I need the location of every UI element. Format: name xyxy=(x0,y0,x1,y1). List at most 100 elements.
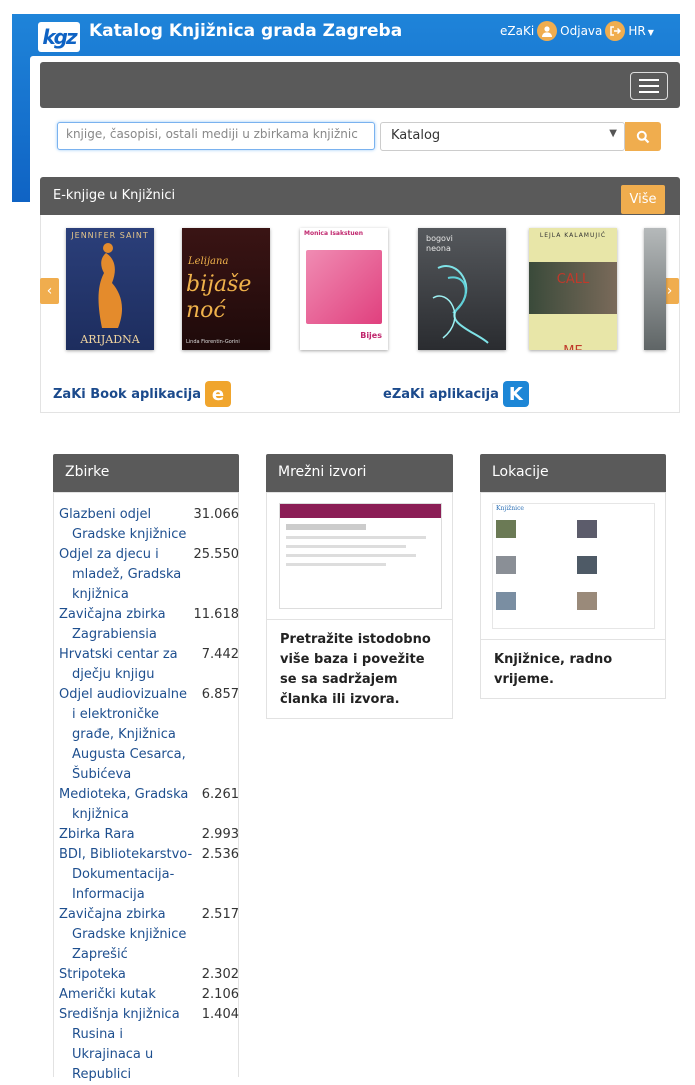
logout-link[interactable]: Odjava xyxy=(560,24,602,38)
navbar xyxy=(40,62,680,108)
book-cover-bogovi-neona[interactable]: bogovi neona xyxy=(418,228,506,350)
ebooks-header: E-knjige u Knjižnici xyxy=(40,177,680,215)
zbirke-item-count: 2.517 xyxy=(201,907,239,922)
thumbnail-content-rows xyxy=(286,524,366,530)
book-cover-call-me-esteban[interactable]: LEJLA KALAMUJIĆ CALL ME ESTEBAN xyxy=(529,228,617,350)
zbirke-item-count: 6.857 xyxy=(201,687,239,702)
zbirke-item-count: 2.106 xyxy=(201,987,239,1002)
book-title: Bijes xyxy=(360,331,382,340)
hamburger-icon xyxy=(639,91,659,93)
zbirke-item-name[interactable]: Zbirka Rara xyxy=(59,825,194,845)
zbirke-list-item[interactable]: Hrvatski centar za dječju knjigu 7.442 xyxy=(59,645,239,685)
zbirke-item-name[interactable]: Stripoteka xyxy=(59,965,194,985)
zbirke-item-count: 25.550 xyxy=(193,547,240,562)
zbirke-item-name[interactable]: Zavičajna zbirka Zagrabiensia xyxy=(59,605,194,645)
book-artwork xyxy=(306,250,382,324)
zbirke-item-count: 1.404 xyxy=(201,1007,239,1022)
zbirke-list-item[interactable]: Zavičajna zbirka Gradske knjižnice Zapre… xyxy=(59,905,239,965)
zbirke-list-item[interactable]: Stripoteka 2.302 xyxy=(59,965,239,985)
thumbnail-content-rows xyxy=(286,563,386,566)
zbirke-list-item[interactable]: Odjel za djecu i mladež, Gradska knjižni… xyxy=(59,545,239,605)
zbirke-item-count: 31.066 xyxy=(193,507,240,522)
zbirke-item-name[interactable]: Medioteka, Gradska knjižnica xyxy=(59,785,194,825)
thumbnail-content-rows xyxy=(286,536,426,539)
zbirke-list-item[interactable]: Središnja knjižnica Rusina i Ukrajinaca … xyxy=(59,1005,239,1085)
carousel-prev-button[interactable]: ‹ xyxy=(40,278,59,304)
user-area: eZaKi Odjava HR ▼ xyxy=(500,21,654,41)
zbirke-item-name[interactable]: Središnja knjižnica Rusina i Ukrajinaca … xyxy=(59,1005,194,1085)
catalog-scope-select[interactable]: Katalog ▼ xyxy=(380,122,625,151)
mrezni-izvori-header: Mrežni izvori xyxy=(266,454,453,492)
chevron-down-icon: ▼ xyxy=(609,128,617,139)
thumbnail-header-bar xyxy=(280,504,441,518)
location-photo xyxy=(496,520,516,538)
thumbnail-content-rows xyxy=(286,554,416,557)
lokacije-thumbnail-title: Knjižnice xyxy=(496,505,524,512)
zbirke-list-item[interactable]: Zavičajna zbirka Zagrabiensia 11.618 xyxy=(59,605,239,645)
book-cover-bijes[interactable]: Monica Isakstuen Bijes xyxy=(300,228,388,350)
logout-icon[interactable] xyxy=(605,21,626,41)
ebooks-title: E-knjige u Knjižnici xyxy=(53,188,176,203)
book-illustration xyxy=(98,243,123,328)
chevron-right-icon: › xyxy=(666,283,673,299)
zbirke-list-item[interactable]: Medioteka, Gradska knjižnica 6.261 xyxy=(59,785,239,825)
location-photo xyxy=(496,556,516,574)
book-author: Monica Isakstuen xyxy=(304,230,364,237)
zbirke-item-count: 7.442 xyxy=(201,647,239,662)
zbirke-list-item[interactable]: BDI, Bibliotekarstvo-Dokumentacija-Infor… xyxy=(59,845,239,905)
zbirke-item-name[interactable]: Hrvatski centar za dječju knjigu xyxy=(59,645,194,685)
lokacije-header: Lokacije xyxy=(480,454,666,492)
zbirke-item-count: 2.993 xyxy=(201,827,239,842)
zbirke-item-name[interactable]: Zavičajna zbirka Gradske knjižnice Zapre… xyxy=(59,905,194,965)
zbirke-list: Glazbeni odjel Gradske knjižnice 31.066 Od… xyxy=(59,505,239,1085)
zbirke-item-count: 6.261 xyxy=(201,787,239,802)
zbirke-list-item[interactable]: Američki kutak 2.106 xyxy=(59,985,239,1005)
zbirke-item-name[interactable]: Odjel audiovizualne i elektroničke građe… xyxy=(59,685,194,785)
book-cover-partial[interactable] xyxy=(644,228,666,350)
more-ebooks-button[interactable]: Više xyxy=(621,185,665,214)
mrezni-izvori-title: Mrežni izvori xyxy=(278,464,367,480)
book-cover-bijase-noc[interactable]: Lelijana bijaše noć Linda Fiorentin-Gori… xyxy=(182,228,270,350)
language-dropdown[interactable]: HR ▼ xyxy=(628,24,654,38)
search-input[interactable]: knjige, časopisi, ostali mediji u zbirka… xyxy=(57,122,375,150)
thumbnail-content-rows xyxy=(286,545,406,548)
zbirke-item-count: 2.536 xyxy=(201,847,239,862)
search-button[interactable] xyxy=(625,122,661,151)
search-icon xyxy=(636,130,650,143)
zbirke-list-item[interactable]: Zbirka Rara 2.993 xyxy=(59,825,239,845)
hamburger-icon xyxy=(639,79,659,81)
mrezni-izvori-caption: Pretražite istodobno više baza i povežit… xyxy=(280,632,431,707)
zbirke-item-name[interactable]: Američki kutak xyxy=(59,985,194,1005)
zaki-book-app-link[interactable]: ZaKi Book aplikacija e xyxy=(53,381,231,407)
ezaki-app-icon: K xyxy=(502,381,529,407)
book-cover-arijadna[interactable]: JENNIFER SAINT ARIJADNA xyxy=(66,228,154,350)
kgz-logo[interactable]: kgz xyxy=(38,22,80,52)
lokacije-title: Lokacije xyxy=(492,464,549,480)
book-illustration xyxy=(432,265,489,344)
lokacije-divider xyxy=(480,639,666,640)
zaki-book-label: ZaKi Book aplikacija xyxy=(53,386,201,402)
mrezni-izvori-thumbnail[interactable] xyxy=(279,503,442,609)
ezaki-app-label: eZaKi aplikacija xyxy=(383,386,499,402)
zbirke-title: Zbirke xyxy=(65,464,110,480)
site-title[interactable]: Katalog Knjižnica grada Zagreba xyxy=(89,21,402,41)
ezaki-app-link[interactable]: eZaKi aplikacija K xyxy=(383,381,529,407)
zbirke-item-count: 11.618 xyxy=(193,607,240,622)
lokacije-thumbnail[interactable]: Knjižnice xyxy=(492,503,655,629)
ezaki-link[interactable]: eZaKi xyxy=(500,24,534,38)
location-photo xyxy=(496,592,516,610)
zaki-book-app-icon: e xyxy=(205,381,231,407)
chevron-left-icon: ‹ xyxy=(46,283,53,299)
zbirke-item-name[interactable]: Odjel za djecu i mladež, Gradska knjižni… xyxy=(59,545,194,605)
zbirke-item-name[interactable]: Glazbeni odjel Gradske knjižnice xyxy=(59,505,194,545)
zbirke-item-name[interactable]: BDI, Bibliotekarstvo-Dokumentacija-Infor… xyxy=(59,845,194,905)
zbirke-list-item[interactable]: Glazbeni odjel Gradske knjižnice 31.066 xyxy=(59,505,239,545)
book-title: ARIJADNA xyxy=(80,333,140,346)
chevron-down-icon: ▼ xyxy=(647,28,654,37)
user-icon[interactable] xyxy=(537,21,558,41)
zbirke-list-item[interactable]: Odjel audiovizualne i elektroničke građe… xyxy=(59,685,239,785)
menu-toggle-button[interactable] xyxy=(630,72,668,100)
catalog-scope-value: Katalog xyxy=(391,128,441,143)
language-label: HR xyxy=(628,24,646,38)
location-photo xyxy=(577,592,597,610)
